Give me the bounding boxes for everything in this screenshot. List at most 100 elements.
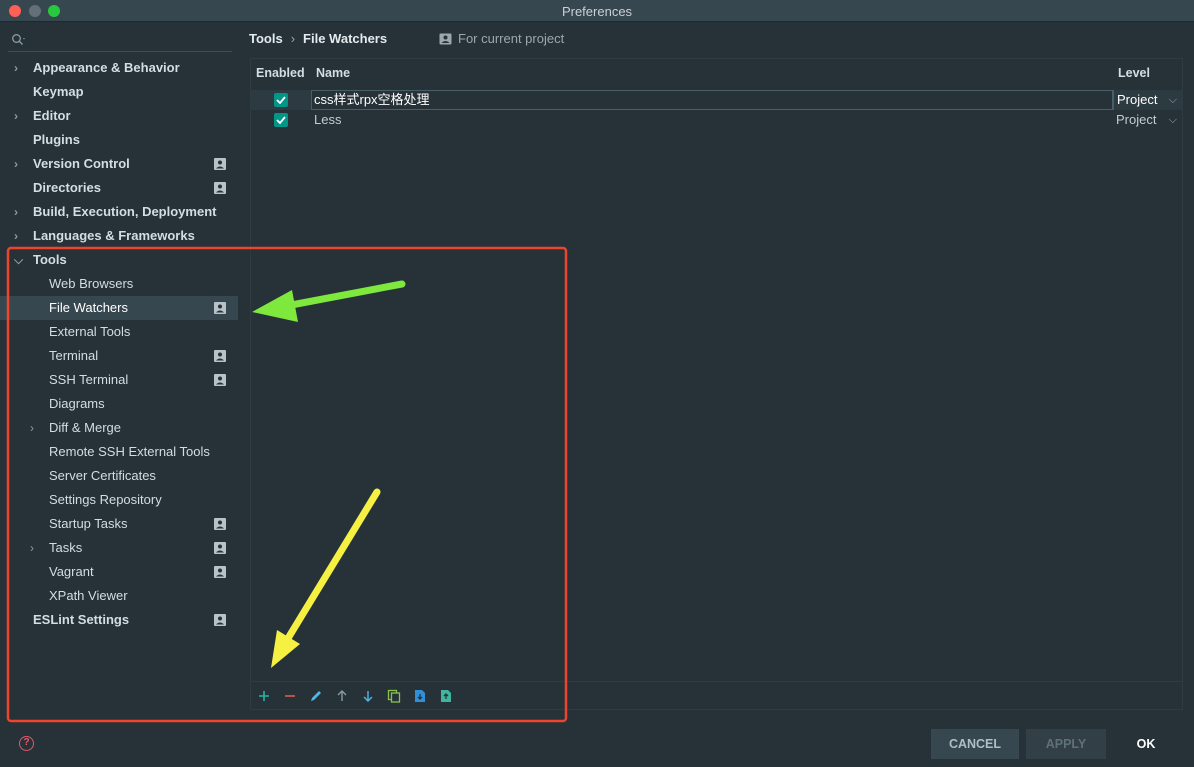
breadcrumb-current: File Watchers (303, 31, 388, 46)
scope-text: For current project (458, 31, 565, 46)
name-edit-box[interactable] (311, 90, 1113, 110)
sidebar-item-label: Terminal (49, 348, 99, 363)
copy-button[interactable] (384, 686, 404, 706)
chevron-right-icon[interactable]: › (14, 104, 26, 128)
project-level-icon (214, 302, 226, 314)
move-down-button[interactable] (358, 686, 378, 706)
project-scope-label: For current project (439, 30, 564, 48)
chevron-right-icon[interactable]: › (14, 224, 26, 248)
cancel-button[interactable]: CANCEL (931, 729, 1019, 759)
settings-tree: › Appearance & Behavior Keymap › Editor Plugi… (0, 56, 238, 632)
sidebar-item-label: Diff & Merge (49, 420, 122, 435)
sidebar-item-appearance-behavior[interactable]: › Appearance & Behavior (0, 56, 238, 80)
sidebar-item-label: Server Certificates (49, 468, 156, 483)
remove-icon (285, 695, 295, 697)
chevron-right-icon[interactable]: › (30, 536, 42, 560)
import-button[interactable] (410, 686, 430, 706)
apply-button[interactable]: APPLY (1026, 729, 1106, 759)
help-button[interactable]: ? (19, 736, 34, 751)
check-icon (276, 116, 286, 124)
sidebar-item-ssh-terminal[interactable]: SSH Terminal (0, 368, 238, 392)
settings-search-input[interactable] (8, 30, 232, 52)
sidebar-item-label: Web Browsers (49, 276, 134, 291)
sidebar-item-plugins[interactable]: Plugins (0, 128, 238, 152)
move-down-icon (363, 691, 373, 702)
enabled-checkbox[interactable] (274, 113, 288, 127)
sidebar-item-label: Tasks (49, 540, 83, 555)
level-value: Project (1117, 92, 1158, 107)
project-level-icon (214, 158, 226, 170)
sidebar-item-label: Languages & Frameworks (33, 228, 195, 243)
sidebar-item-keymap[interactable]: Keymap (0, 80, 238, 104)
sidebar-item-settings-repository[interactable]: Settings Repository (0, 488, 238, 512)
sidebar-item-remote-ssh-external-tools[interactable]: Remote SSH External Tools (0, 440, 238, 464)
sidebar-item-label: Version Control (33, 156, 130, 171)
breadcrumb: Tools › File Watchers (249, 30, 387, 48)
project-icon (439, 33, 452, 45)
chevron-right-icon[interactable]: › (14, 152, 26, 176)
breadcrumb-parent[interactable]: Tools (249, 31, 283, 46)
enabled-checkbox[interactable] (274, 93, 288, 107)
column-header-enabled[interactable]: Enabled (256, 59, 305, 87)
sidebar-item-label: Build, Execution, Deployment (33, 204, 217, 219)
sidebar-item-xpath-viewer[interactable]: XPath Viewer (0, 584, 238, 608)
edit-icon (311, 691, 321, 701)
sidebar-item-label: ESLint Settings (33, 612, 130, 627)
move-up-button[interactable] (332, 686, 352, 706)
sidebar-item-label: Keymap (33, 84, 84, 99)
column-header-name[interactable]: Name (316, 59, 350, 87)
chevron-right-icon[interactable]: › (14, 56, 26, 80)
project-level-icon (214, 542, 226, 554)
sidebar-item-label: XPath Viewer (49, 588, 128, 603)
sidebar-item-label: Tools (33, 252, 67, 267)
table-header: Enabled Name Level (251, 59, 1182, 87)
sidebar-item-vagrant[interactable]: Vagrant (0, 560, 238, 584)
export-icon (441, 690, 451, 702)
file-watchers-panel: Tools › File Watchers For current project … (238, 22, 1194, 718)
add-icon (259, 691, 269, 701)
sidebar-item-label: Remote SSH External Tools (49, 444, 210, 459)
ok-button[interactable]: OK (1112, 729, 1180, 759)
window-title: Preferences (561, 4, 633, 19)
sidebar-item-file-watchers[interactable]: File Watchers (0, 296, 238, 320)
chevron-down-icon: ⌵ (1168, 114, 1177, 126)
level-select[interactable]: Project ⌵ (1113, 90, 1183, 110)
sidebar-item-web-browsers[interactable]: Web Browsers (0, 272, 238, 296)
sidebar-item-build-execution-deployment[interactable]: › Build, Execution, Deployment (0, 200, 238, 224)
sidebar-item-label: External Tools (49, 324, 131, 339)
project-level-icon (214, 350, 226, 362)
chevron-right-icon[interactable]: › (14, 200, 26, 224)
project-level-icon (214, 182, 226, 194)
sidebar-item-diagrams[interactable]: Diagrams (0, 392, 238, 416)
remove-button[interactable] (280, 686, 300, 706)
sidebar-item-label: Vagrant (49, 564, 94, 579)
sidebar-item-eslint-settings[interactable]: ESLint Settings (0, 608, 238, 632)
sidebar-item-directories[interactable]: Directories (0, 176, 238, 200)
column-header-level[interactable]: Level (1118, 59, 1150, 87)
sidebar-item-editor[interactable]: › Editor (0, 104, 238, 128)
sidebar-item-label: Appearance & Behavior (33, 60, 180, 75)
sidebar-item-tools[interactable]: ⌵ Tools (0, 248, 238, 272)
sidebar-item-tasks[interactable]: › Tasks (0, 536, 238, 560)
sidebar-item-label: Plugins (33, 132, 80, 147)
chevron-down-icon[interactable]: ⌵ (14, 248, 26, 272)
sidebar-item-external-tools[interactable]: External Tools (0, 320, 238, 344)
table-row[interactable]: css样式rpx空格处理 Project ⌵ (251, 90, 1182, 110)
sidebar-item-version-control[interactable]: › Version Control (0, 152, 238, 176)
table-row[interactable]: Less Project ⌵ (251, 110, 1182, 130)
level-select[interactable]: Project ⌵ (1113, 110, 1183, 130)
chevron-right-icon[interactable]: › (30, 416, 42, 440)
sidebar-item-diff-merge[interactable]: › Diff & Merge (0, 416, 238, 440)
export-button[interactable] (436, 686, 456, 706)
sidebar-item-label: Startup Tasks (49, 516, 128, 531)
sidebar-item-server-certificates[interactable]: Server Certificates (0, 464, 238, 488)
settings-sidebar: › Appearance & Behavior Keymap › Editor Plugi… (0, 22, 238, 718)
sidebar-item-languages-frameworks[interactable]: › Languages & Frameworks (0, 224, 238, 248)
sidebar-item-terminal[interactable]: Terminal (0, 344, 238, 368)
sidebar-item-label: Directories (33, 180, 101, 195)
sidebar-item-startup-tasks[interactable]: Startup Tasks (0, 512, 238, 536)
add-button[interactable] (254, 686, 274, 706)
edit-button[interactable] (306, 686, 326, 706)
sidebar-item-label: SSH Terminal (49, 372, 129, 387)
watchers-table: Enabled Name Level css样式rpx空格处理 Project … (250, 58, 1183, 710)
